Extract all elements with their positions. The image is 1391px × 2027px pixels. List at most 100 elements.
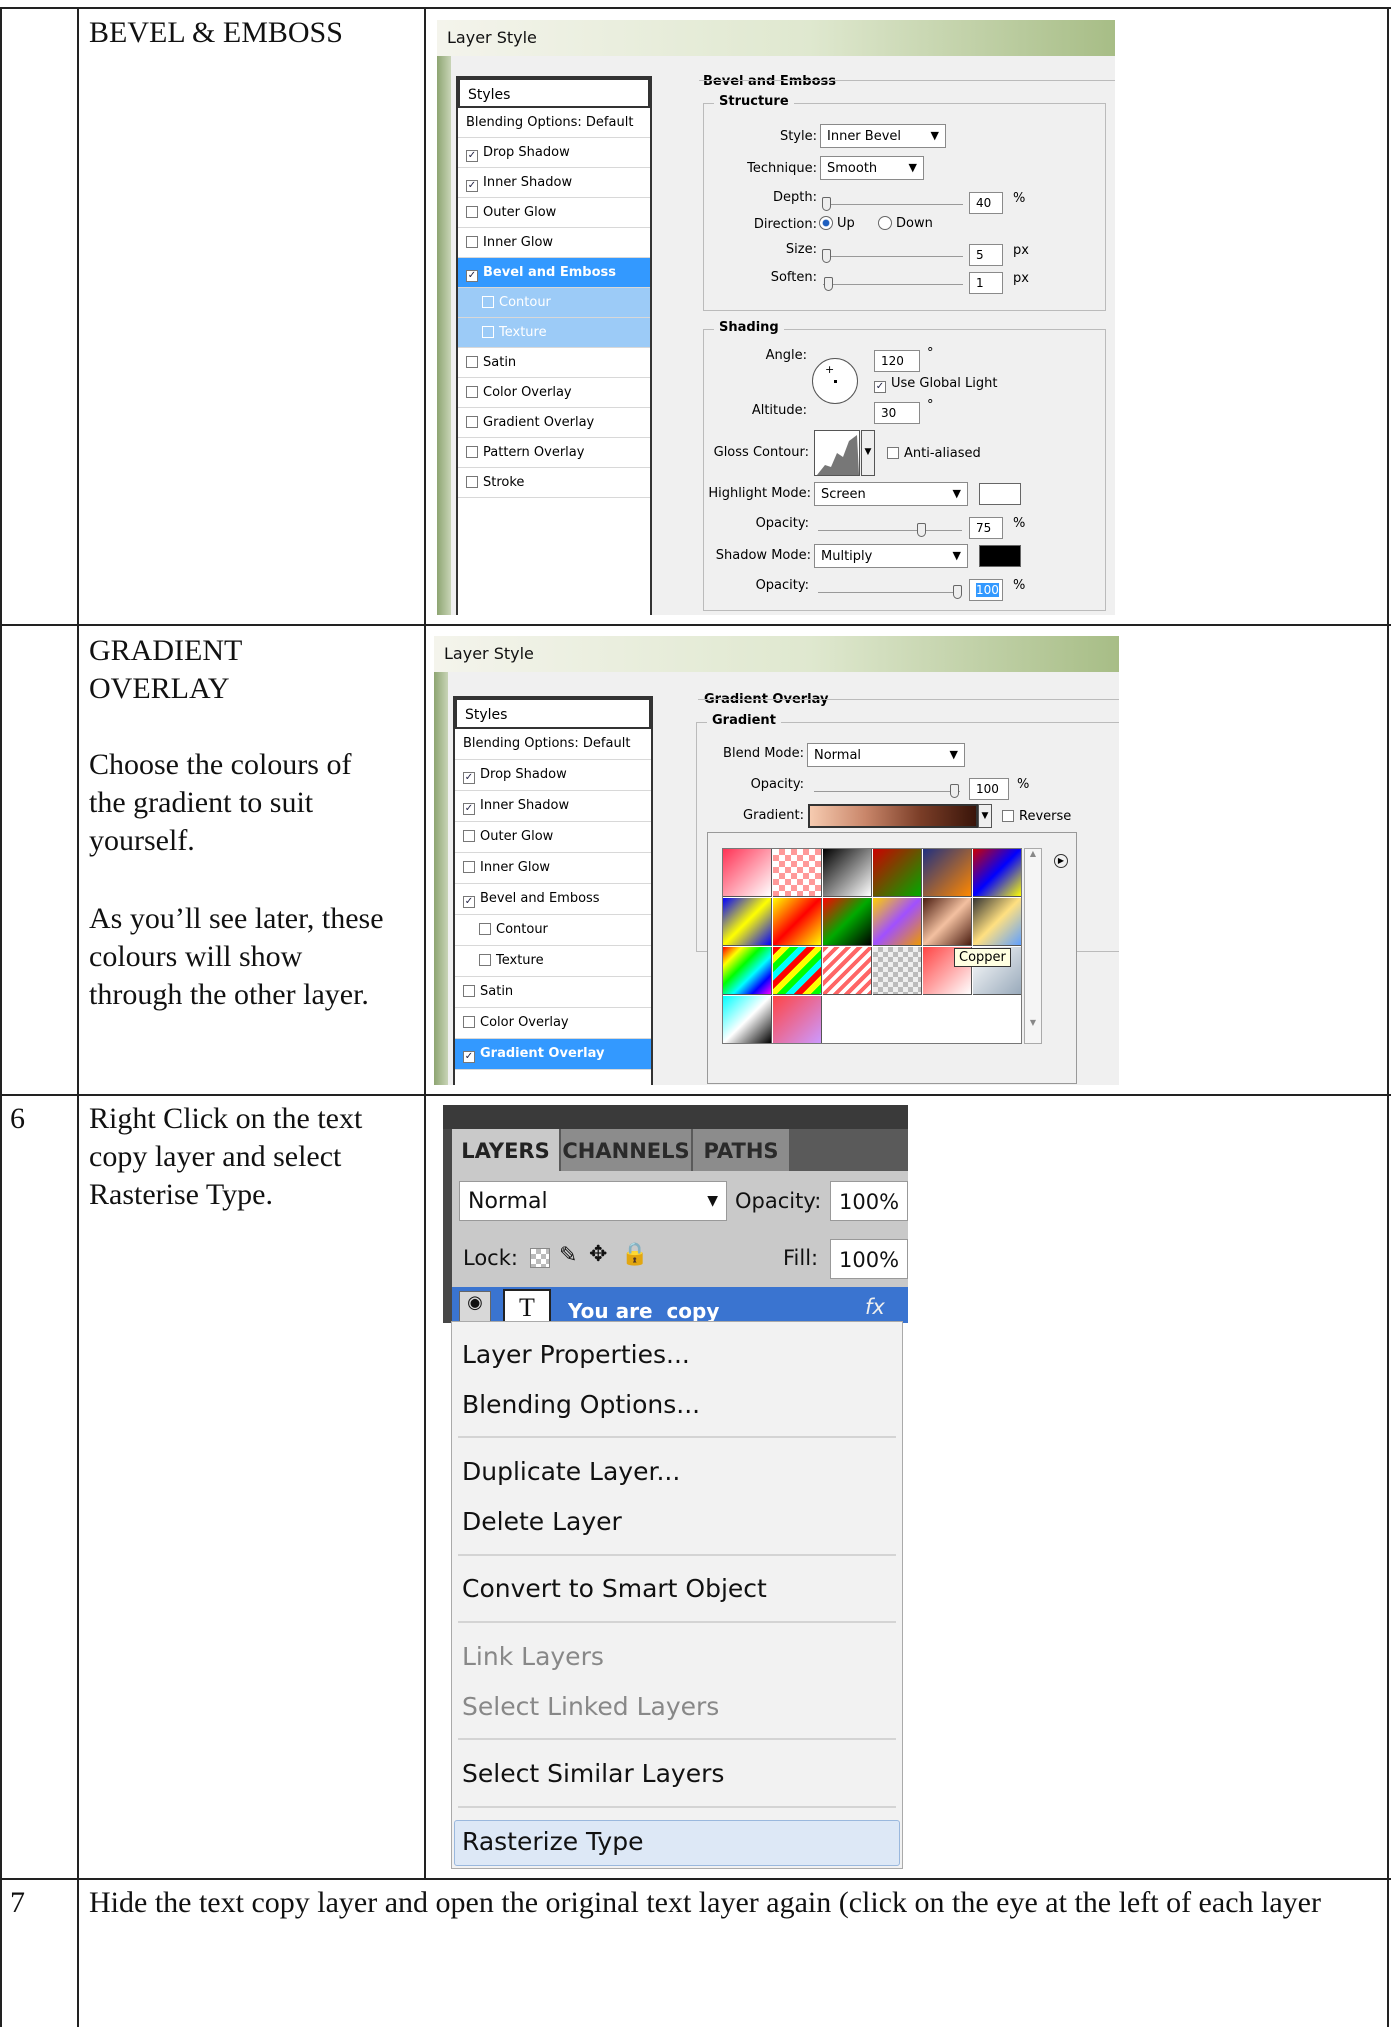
style-item-satin[interactable]: Satin xyxy=(458,348,650,378)
gradient-swatch[interactable] xyxy=(823,947,872,995)
size-slider-track[interactable] xyxy=(823,256,963,257)
shadow-mode-select[interactable]: Multiply ▼ xyxy=(814,544,968,568)
style-item-outer-glow[interactable]: Outer Glow xyxy=(458,198,650,228)
style-item-color-overlay[interactable]: Color Overlay xyxy=(458,378,650,408)
shadow-opacity-input[interactable]: 100 xyxy=(969,579,1003,601)
gradient-swatch[interactable] xyxy=(773,849,822,897)
checkbox-empty-icon[interactable] xyxy=(482,296,494,308)
depth-slider-knob[interactable] xyxy=(822,197,831,211)
gradient-swatch[interactable] xyxy=(723,996,772,1043)
checkbox-empty-icon[interactable] xyxy=(463,1016,475,1028)
size-input[interactable]: 5 xyxy=(969,244,1003,266)
gradient-swatch[interactable] xyxy=(723,849,772,897)
opacity-field[interactable]: 100% xyxy=(830,1181,908,1221)
checkmark-icon[interactable]: ✓ xyxy=(463,803,475,815)
gradient-swatch[interactable] xyxy=(723,947,772,995)
highlight-opacity-input[interactable]: 75 xyxy=(969,517,1003,539)
lock-brush-icon[interactable]: ✎ xyxy=(559,1243,577,1268)
gradient-dropdown-button[interactable]: ▼ xyxy=(978,804,992,828)
soften-slider-track[interactable] xyxy=(823,284,963,285)
style-item-contour[interactable]: Contour xyxy=(458,288,650,318)
style-item-texture[interactable]: Texture xyxy=(458,318,650,348)
highlight-mode-select[interactable]: Screen ▼ xyxy=(814,482,968,506)
shadow-color-swatch[interactable] xyxy=(979,545,1021,567)
checkmark-icon[interactable]: ✓ xyxy=(466,180,478,192)
checkbox-empty-icon[interactable] xyxy=(466,476,478,488)
gradient-swatch[interactable] xyxy=(973,898,1021,946)
style-item-bevel-and-emboss[interactable]: ✓ Bevel and Emboss xyxy=(455,884,651,915)
checkmark-icon[interactable]: ✓ xyxy=(466,270,478,282)
menu-item-convert-to-smart-object[interactable]: Convert to Smart Object xyxy=(462,1574,767,1603)
direction-down-radio[interactable]: Down xyxy=(878,216,933,231)
checkbox-empty-icon[interactable] xyxy=(466,386,478,398)
blend-mode-select[interactable]: Normal ▼ xyxy=(459,1181,727,1221)
highlight-opacity-track[interactable] xyxy=(818,530,962,531)
menu-item-select-similar-layers[interactable]: Select Similar Layers xyxy=(462,1759,724,1788)
checkbox-empty-icon[interactable] xyxy=(463,830,475,842)
use-global-light-checkbox[interactable]: ✓ Use Global Light xyxy=(874,376,997,393)
gloss-contour-dropdown[interactable]: ▼ xyxy=(861,430,875,476)
menu-item-layer-properties[interactable]: Layer Properties... xyxy=(462,1340,690,1369)
gradient-swatch[interactable] xyxy=(723,898,772,946)
style-item-color-overlay[interactable]: Color Overlay xyxy=(455,1008,651,1039)
altitude-input[interactable]: 30 xyxy=(874,402,920,424)
gloss-contour-picker[interactable] xyxy=(814,430,860,476)
checkbox-empty-icon[interactable] xyxy=(466,356,478,368)
shadow-opacity-knob[interactable] xyxy=(953,585,962,599)
technique-select[interactable]: Smooth ▼ xyxy=(820,156,924,180)
gradient-swatch[interactable] xyxy=(923,849,972,897)
gradient-swatch[interactable] xyxy=(773,996,822,1043)
angle-input[interactable]: 120 xyxy=(874,350,920,372)
size-slider-knob[interactable] xyxy=(822,249,831,263)
anti-aliased-checkbox[interactable]: Anti-aliased xyxy=(887,446,981,461)
picker-scrollbar[interactable]: ▲ ▼ xyxy=(1024,848,1042,1044)
eye-icon[interactable]: ◉ xyxy=(459,1291,491,1323)
fill-field[interactable]: 100% xyxy=(830,1239,908,1279)
opacity-slider-knob[interactable] xyxy=(950,784,959,798)
opacity-input[interactable]: 100 xyxy=(969,778,1009,800)
angle-dial[interactable]: + xyxy=(812,358,858,404)
checkbox-empty-icon[interactable] xyxy=(466,416,478,428)
style-item-pattern-overlay[interactable]: Pattern Overlay xyxy=(458,438,650,468)
checkbox-empty-icon[interactable] xyxy=(466,206,478,218)
opacity-slider-track[interactable] xyxy=(814,791,960,792)
gradient-swatch[interactable] xyxy=(923,898,972,946)
lock-move-icon[interactable]: ✥ xyxy=(589,1242,607,1267)
style-item-inner-glow[interactable]: Inner Glow xyxy=(458,228,650,258)
style-item-inner-shadow[interactable]: ✓ Inner Shadow xyxy=(455,791,651,822)
highlight-color-swatch[interactable] xyxy=(979,483,1021,505)
checkbox-empty-icon[interactable] xyxy=(466,446,478,458)
checkbox-empty-icon[interactable] xyxy=(463,985,475,997)
style-item-blending-options-default[interactable]: Blending Options: Default xyxy=(455,729,651,760)
checkmark-icon[interactable]: ✓ xyxy=(463,772,475,784)
tab-channels[interactable]: CHANNELS xyxy=(561,1129,691,1171)
gradient-swatch[interactable] xyxy=(773,898,822,946)
depth-input[interactable]: 40 xyxy=(969,192,1003,214)
checkbox-empty-icon[interactable] xyxy=(479,923,491,935)
style-item-texture[interactable]: Texture xyxy=(455,946,651,977)
picker-menu-icon[interactable]: ▶ xyxy=(1054,854,1068,868)
gradient-swatch[interactable] xyxy=(823,898,872,946)
checkbox-empty-icon[interactable] xyxy=(466,236,478,248)
gradient-swatch[interactable] xyxy=(973,849,1021,897)
style-select[interactable]: Inner Bevel ▼ xyxy=(820,124,946,148)
menu-item-blending-options[interactable]: Blending Options... xyxy=(462,1390,700,1419)
gradient-swatch[interactable] xyxy=(823,849,872,897)
depth-slider-track[interactable] xyxy=(823,204,963,205)
style-item-drop-shadow[interactable]: ✓ Drop Shadow xyxy=(455,760,651,791)
style-item-drop-shadow[interactable]: ✓ Drop Shadow xyxy=(458,138,650,168)
lock-all-icon[interactable]: 🔒 xyxy=(621,1242,648,1267)
checkbox-empty-icon[interactable] xyxy=(479,954,491,966)
gradient-swatch[interactable] xyxy=(873,849,922,897)
layer-name[interactable]: You are copy xyxy=(568,1299,719,1323)
highlight-opacity-knob[interactable] xyxy=(917,523,926,537)
style-item-stroke[interactable]: Stroke xyxy=(458,468,650,498)
checkmark-icon[interactable]: ✓ xyxy=(463,1051,475,1063)
gradient-swatch[interactable] xyxy=(873,947,922,995)
style-item-gradient-overlay[interactable]: ✓ Gradient Overlay xyxy=(455,1039,651,1070)
blend-mode-select[interactable]: Normal ▼ xyxy=(807,743,965,767)
lock-transparency-icon[interactable] xyxy=(530,1248,550,1268)
checkbox-empty-icon[interactable] xyxy=(463,861,475,873)
style-item-gradient-overlay[interactable]: Gradient Overlay xyxy=(458,408,650,438)
gradient-swatch[interactable] xyxy=(773,947,822,995)
